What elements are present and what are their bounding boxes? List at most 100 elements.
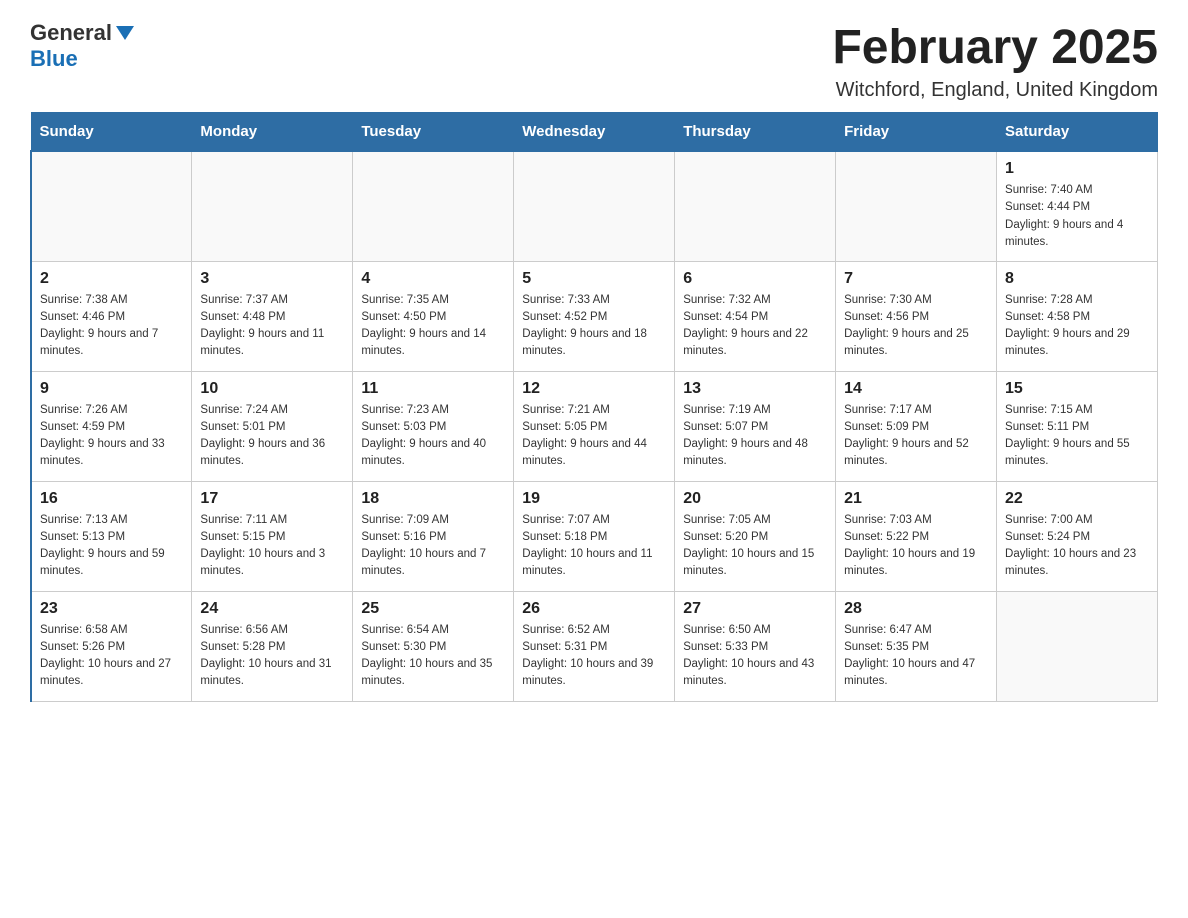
day-info-line: Sunset: 5:15 PM bbox=[200, 531, 285, 543]
day-info-line: Sunset: 5:26 PM bbox=[40, 641, 125, 653]
day-info-line: Sunset: 4:59 PM bbox=[40, 421, 125, 433]
day-info-line: Daylight: 9 hours and 36 minutes. bbox=[200, 438, 325, 467]
day-info-line: Daylight: 9 hours and 4 minutes. bbox=[1005, 219, 1123, 248]
day-info-line: Sunrise: 6:47 AM bbox=[844, 624, 932, 636]
day-info-line: Sunset: 4:46 PM bbox=[40, 311, 125, 323]
calendar-day-cell: 28 Sunrise: 6:47 AM Sunset: 5:35 PM Dayligh… bbox=[836, 591, 997, 701]
day-info-line: Sunrise: 7:32 AM bbox=[683, 294, 771, 306]
calendar-day-cell: 12 Sunrise: 7:21 AMSunset: 5:05 PMDayligh… bbox=[514, 371, 675, 481]
day-info-line: Sunrise: 7:03 AM bbox=[844, 514, 932, 526]
calendar-day-cell: 14Sunrise: 7:17 AMSunset: 5:09 PMDayligh… bbox=[836, 371, 997, 481]
day-info: Sunrise: 7:24 AMSunset: 5:01 PMDaylight:… bbox=[200, 402, 344, 471]
calendar-day-cell bbox=[997, 591, 1158, 701]
calendar-header-cell: Wednesday bbox=[514, 113, 675, 152]
day-info-line: Daylight: 10 hours and 27 minutes. bbox=[40, 658, 171, 687]
day-info-line: Sunrise: 7:35 AM bbox=[361, 294, 449, 306]
calendar-week-row: 16Sunrise: 7:13 AMSunset: 5:13 PMDayligh… bbox=[31, 481, 1158, 591]
day-info: Sunrise: 7:07 AMSunset: 5:18 PMDaylight:… bbox=[522, 512, 666, 581]
calendar-header-cell: Sunday bbox=[31, 113, 192, 152]
calendar-day-cell: 7Sunrise: 7:30 AMSunset: 4:56 PMDaylight… bbox=[836, 261, 997, 371]
calendar-day-cell: 11Sunrise: 7:23 AMSunset: 5:03 PMDayligh… bbox=[353, 371, 514, 481]
day-info-line: Sunset: 5:16 PM bbox=[361, 531, 446, 543]
calendar-day-cell: 2Sunrise: 7:38 AMSunset: 4:46 PMDaylight… bbox=[31, 261, 192, 371]
day-info-line: Sunset: 5:18 PM bbox=[522, 531, 607, 543]
calendar-day-cell bbox=[31, 151, 192, 261]
day-info: Sunrise: 6:56 AMSunset: 5:28 PMDaylight:… bbox=[200, 622, 344, 691]
day-number: 3 bbox=[200, 270, 344, 288]
logo: General Blue bbox=[30, 20, 134, 72]
day-info-line: Sunrise: 7:09 AM bbox=[361, 514, 449, 526]
day-info-line: Sunrise: 7:38 AM bbox=[40, 294, 128, 306]
day-number: 27 bbox=[683, 600, 827, 618]
calendar-day-cell: 23Sunrise: 6:58 AMSunset: 5:26 PMDayligh… bbox=[31, 591, 192, 701]
day-number: 15 bbox=[1005, 380, 1149, 398]
day-info-line: Daylight: 9 hours and 44 minutes. bbox=[522, 438, 647, 467]
calendar-day-cell: 8Sunrise: 7:28 AMSunset: 4:58 PMDaylight… bbox=[997, 261, 1158, 371]
day-info: Sunrise: 7:11 AMSunset: 5:15 PMDaylight:… bbox=[200, 512, 344, 581]
day-info-line: Daylight: 9 hours and 52 minutes. bbox=[844, 438, 969, 467]
day-number: 20 bbox=[683, 490, 827, 508]
day-info-line: Daylight: 9 hours and 18 minutes. bbox=[522, 328, 647, 357]
day-number: 9 bbox=[40, 380, 183, 398]
day-info-line: Daylight: 10 hours and 39 minutes. bbox=[522, 658, 653, 687]
day-info-line: Sunset: 5:11 PM bbox=[1005, 421, 1089, 433]
day-info-line: Sunset: 4:54 PM bbox=[683, 311, 768, 323]
day-info: Sunrise: 7:21 AMSunset: 5:05 PMDaylight:… bbox=[522, 402, 666, 471]
calendar-header-row: SundayMondayTuesdayWednesdayThursdayFrid… bbox=[31, 113, 1158, 152]
calendar-day-cell bbox=[675, 151, 836, 261]
day-info-line: Sunset: 5:07 PM bbox=[683, 421, 768, 433]
day-number: 18 bbox=[361, 490, 505, 508]
day-info-line: Sunset: 4:56 PM bbox=[844, 311, 929, 323]
day-info: Sunrise: 7:00 AMSunset: 5:24 PMDaylight:… bbox=[1005, 512, 1149, 581]
day-info: Sunrise: 7:19 AMSunset: 5:07 PMDaylight:… bbox=[683, 402, 827, 471]
day-info-line: Daylight: 10 hours and 11 minutes. bbox=[522, 548, 652, 577]
day-info-line: Daylight: 9 hours and 11 minutes. bbox=[200, 328, 324, 357]
calendar-day-cell: 20Sunrise: 7:05 AMSunset: 5:20 PMDayligh… bbox=[675, 481, 836, 591]
day-info: Sunrise: 7:03 AMSunset: 5:22 PMDaylight:… bbox=[844, 512, 988, 581]
day-info-line: Daylight: 9 hours and 14 minutes. bbox=[361, 328, 486, 357]
day-info-line: Sunrise: 6:54 AM bbox=[361, 624, 449, 636]
day-info-line: Sunset: 5:24 PM bbox=[1005, 531, 1090, 543]
day-number: 12 bbox=[522, 380, 666, 398]
day-info-line: Sunrise: 7:40 AM bbox=[1005, 184, 1093, 196]
day-number: 1 bbox=[1005, 160, 1149, 178]
day-info-line: Sunset: 5:05 PM bbox=[522, 421, 607, 433]
day-info: Sunrise: 7:09 AM Sunset: 5:16 PM Daylight:… bbox=[361, 512, 505, 581]
day-info: Sunrise: 7:35 AM Sunset: 4:50 PM Daylight:… bbox=[361, 292, 505, 361]
day-info-line: Daylight: 9 hours and 25 minutes. bbox=[844, 328, 969, 357]
day-info-line: Sunrise: 7:15 AM bbox=[1005, 404, 1093, 416]
day-info-line: Daylight: 10 hours and 7 minutes. bbox=[361, 548, 486, 577]
day-info-line: Sunset: 5:28 PM bbox=[200, 641, 285, 653]
calendar-day-cell: 4Sunrise: 7:35 AMSunset: 4:50 PMDaylight… bbox=[353, 261, 514, 371]
day-number: 25 bbox=[361, 600, 505, 618]
day-info-line: Sunrise: 7:24 AM bbox=[200, 404, 288, 416]
day-info-line: Daylight: 10 hours and 47 minutes. bbox=[844, 658, 975, 687]
calendar-day-cell: 3Sunrise: 7:37 AMSunset: 4:48 PMDaylight… bbox=[192, 261, 353, 371]
calendar-header: SundayMondayTuesdayWednesdayThursdayFrid… bbox=[31, 113, 1158, 152]
calendar-day-cell: 25Sunrise: 6:54 AMSunset: 5:30 PMDayligh… bbox=[353, 591, 514, 701]
day-info: Sunrise: 6:50 AMSunset: 5:33 PMDaylight:… bbox=[683, 622, 827, 691]
calendar-day-cell: 21Sunrise: 7:03 AMSunset: 5:22 PMDayligh… bbox=[836, 481, 997, 591]
calendar-week-row: 1Sunrise: 7:40 AMSunset: 4:44 PMDaylight… bbox=[31, 151, 1158, 261]
day-number: 28 bbox=[844, 600, 988, 618]
day-info: Sunrise: 7:38 AMSunset: 4:46 PMDaylight:… bbox=[40, 292, 183, 361]
calendar-day-cell: 13Sunrise: 7:19 AMSunset: 5:07 PMDayligh… bbox=[675, 371, 836, 481]
day-info-line: Daylight: 9 hours and 40 minutes. bbox=[361, 438, 486, 467]
day-info-line: Sunrise: 7:00 AM bbox=[1005, 514, 1093, 526]
day-info-line: Daylight: 9 hours and 22 minutes. bbox=[683, 328, 808, 357]
day-info: Sunrise: 6:52 AMSunset: 5:31 PMDaylight:… bbox=[522, 622, 666, 691]
day-info-line: Sunrise: 7:30 AM bbox=[844, 294, 932, 306]
day-info-line: Daylight: 10 hours and 43 minutes. bbox=[683, 658, 814, 687]
day-number: 17 bbox=[200, 490, 344, 508]
calendar-header-cell: Monday bbox=[192, 113, 353, 152]
day-info: Sunrise: 7:33 AMSunset: 4:52 PMDaylight:… bbox=[522, 292, 666, 361]
logo-general-text: General bbox=[30, 20, 112, 46]
day-info-line: Sunset: 5:35 PM bbox=[844, 641, 929, 653]
calendar-day-cell: 10 Sunrise: 7:24 AMSunset: 5:01 PMDayligh… bbox=[192, 371, 353, 481]
calendar-day-cell: 22Sunrise: 7:00 AMSunset: 5:24 PMDayligh… bbox=[997, 481, 1158, 591]
day-info-line: Sunset: 4:50 PM bbox=[361, 311, 446, 323]
calendar-header-cell: Friday bbox=[836, 113, 997, 152]
day-info-line: Sunset: 5:30 PM bbox=[361, 641, 446, 653]
day-number: 6 bbox=[683, 270, 827, 288]
day-number: 10 bbox=[200, 380, 344, 398]
